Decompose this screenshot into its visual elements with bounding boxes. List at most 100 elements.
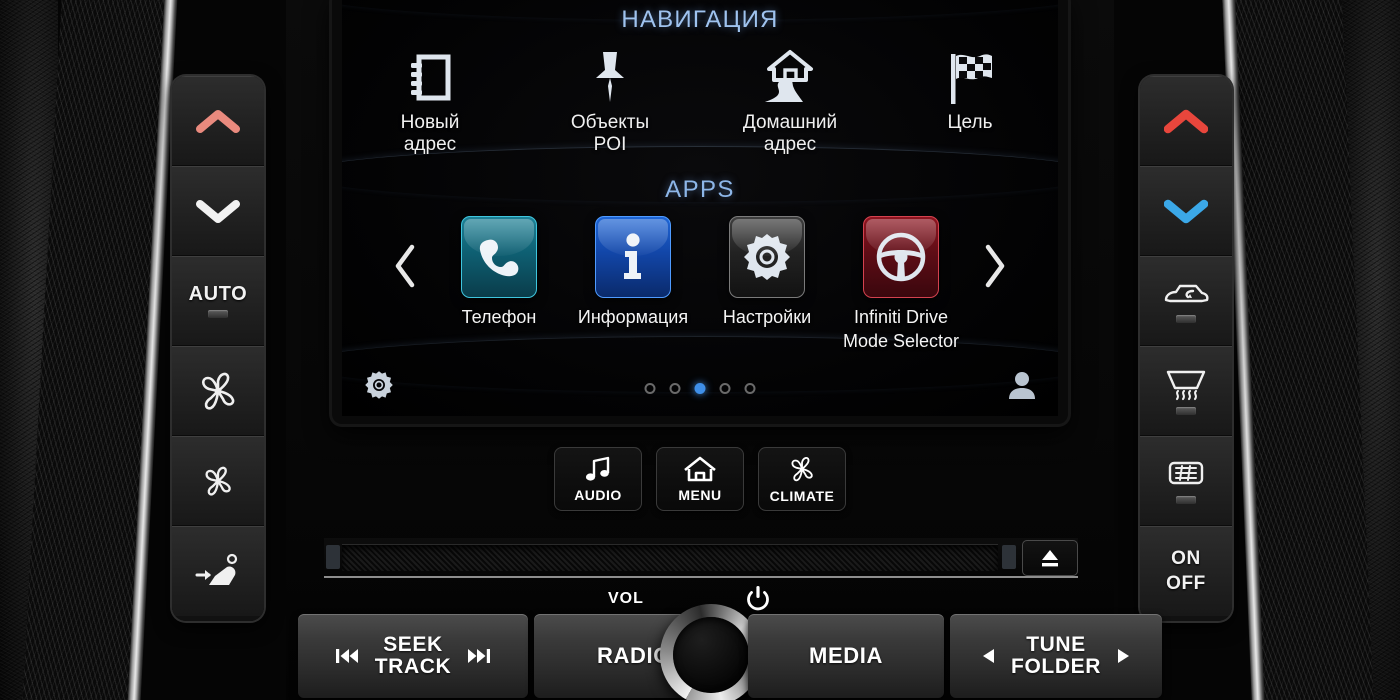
climate-label: CLIMATE [769,488,835,504]
settings-tile-background [729,216,805,298]
nav-label-line1: Домашний [742,112,838,133]
power-icon[interactable] [746,586,770,612]
eject-icon [1042,550,1058,567]
map-pin-icon [590,44,630,106]
cd-slot[interactable] [342,544,998,571]
app-label-line1: Infiniti Drive [853,307,949,327]
seek-track-button[interactable]: SEEK TRACK [298,614,528,698]
nav-label-line1: Новый [400,112,460,133]
audio-label: AUDIO [574,487,622,503]
auto-label: AUTO [188,282,248,305]
page-dot-active[interactable] [694,383,706,394]
nav-label-line1: Цель [947,112,993,133]
eject-button[interactable] [1022,540,1078,576]
media-label: MEDIA [809,643,883,669]
volume-label: VOL [608,590,644,607]
app-label: Настройки [722,307,812,327]
fan-large-icon [195,369,241,413]
fan-small-icon [200,464,236,498]
media-slot-area [286,528,1114,588]
front-defrost-button[interactable] [1140,346,1232,436]
page-dot[interactable] [669,383,681,394]
tune-label-line1: TUNE [1026,632,1086,656]
right-triangle-icon [1117,649,1129,663]
driver-temp-down-button[interactable] [172,166,264,256]
left-triangle-icon [983,649,995,663]
climate-auto-button[interactable]: AUTO [172,256,264,346]
page-dot[interactable] [644,383,656,394]
chevron-down-icon [196,198,240,224]
app-label-line2: Mode Selector [842,330,960,351]
hard-button-row: AUDIO MENU CLIMATE [286,436,1114,522]
info-icon [624,233,641,279]
dashboard-console: AUTO ON OFF НАВИГАЦИЯ Новый адрес Объект… [0,0,1400,700]
infotainment-display: НАВИГАЦИЯ Новый адрес Объекты POI Домашн… [342,0,1058,416]
display-settings-button[interactable] [364,370,394,400]
driver-temp-up-button[interactable] [172,76,264,166]
skip-back-icon [335,649,358,663]
recirculation-indicator [1176,315,1196,323]
page-dot[interactable] [719,383,731,394]
chevron-up-icon [196,108,240,134]
nav-item-poi[interactable]: Объекты POI [545,44,675,156]
user-profile-button[interactable] [1008,370,1036,400]
volume-knob[interactable] [660,604,762,700]
apps-title: APPS [665,176,735,203]
info-tile-background [595,216,671,298]
menu-button[interactable]: MENU [656,447,744,511]
nav-item-new-address[interactable]: Новый адрес [365,44,495,156]
right-climate-button-stack: ON OFF [1140,76,1232,621]
media-button[interactable]: MEDIA [748,614,944,698]
rear-defrost-button[interactable] [1140,436,1232,526]
menu-label: MENU [678,487,722,503]
passenger-temp-down-button[interactable] [1140,166,1232,256]
fan-icon [791,456,813,482]
drive-tile-background [863,216,939,298]
climate-on-label: ON [1171,547,1201,569]
audio-button[interactable]: AUDIO [554,447,642,511]
rear-defrost-icon [1163,457,1209,491]
address-book-icon [406,44,454,106]
music-note-icon [585,456,610,481]
nav-item-home-address[interactable]: Домашний адрес [725,44,855,156]
page-dot[interactable] [744,383,756,394]
app-tile-information[interactable]: Информация [566,216,700,329]
apps-next-button[interactable] [968,216,1022,316]
nav-label-line1: Объекты [570,112,650,133]
head-unit: НАВИГАЦИЯ Новый адрес Объекты POI Домашн… [286,0,1162,700]
fan-speed-down-button[interactable] [172,436,264,526]
gear-icon [744,234,790,280]
steering-wheel-icon [876,232,926,282]
nav-label-line2: адрес [763,133,817,155]
climate-off-label: OFF [1166,572,1206,594]
left-climate-button-stack: AUTO [172,76,264,621]
seat-airflow-icon [193,551,243,591]
skip-forward-icon [468,649,491,663]
fan-speed-up-button[interactable] [172,346,264,436]
apps-section: APPS Телефон Информация Настройки Infini… [342,176,1058,416]
apps-prev-button[interactable] [378,216,432,316]
slot-nub-left [326,545,340,569]
page-indicator [644,383,756,394]
app-tile-settings[interactable]: Настройки [700,216,834,329]
air-recirculation-button[interactable] [1140,256,1232,346]
auto-indicator [208,309,228,318]
tune-folder-button[interactable]: TUNE FOLDER [950,614,1162,698]
app-tile-phone[interactable]: Телефон [432,216,566,329]
passenger-temp-up-button[interactable] [1140,76,1232,166]
climate-power-button[interactable]: ON OFF [1140,526,1232,616]
navigation-items: Новый адрес Объекты POI Домашний адрес Ц… [342,44,1058,156]
nav-label-line2: адрес [403,133,457,155]
recirculation-car-icon [1160,278,1212,310]
rear-defrost-indicator [1176,496,1196,504]
nav-item-destination[interactable]: Цель [905,44,1035,156]
slot-nub-right [1002,545,1016,569]
checkered-flag-icon [944,44,996,106]
display-footer [342,362,1058,406]
nav-label-line2: POI [593,133,627,155]
airflow-mode-button[interactable] [172,526,264,616]
user-profile-icon [1009,372,1035,399]
app-tile-infiniti-drive-mode[interactable]: Infiniti Drive Mode Selector [834,216,968,352]
app-label: Телефон [461,307,537,327]
climate-button[interactable]: CLIMATE [758,447,846,511]
